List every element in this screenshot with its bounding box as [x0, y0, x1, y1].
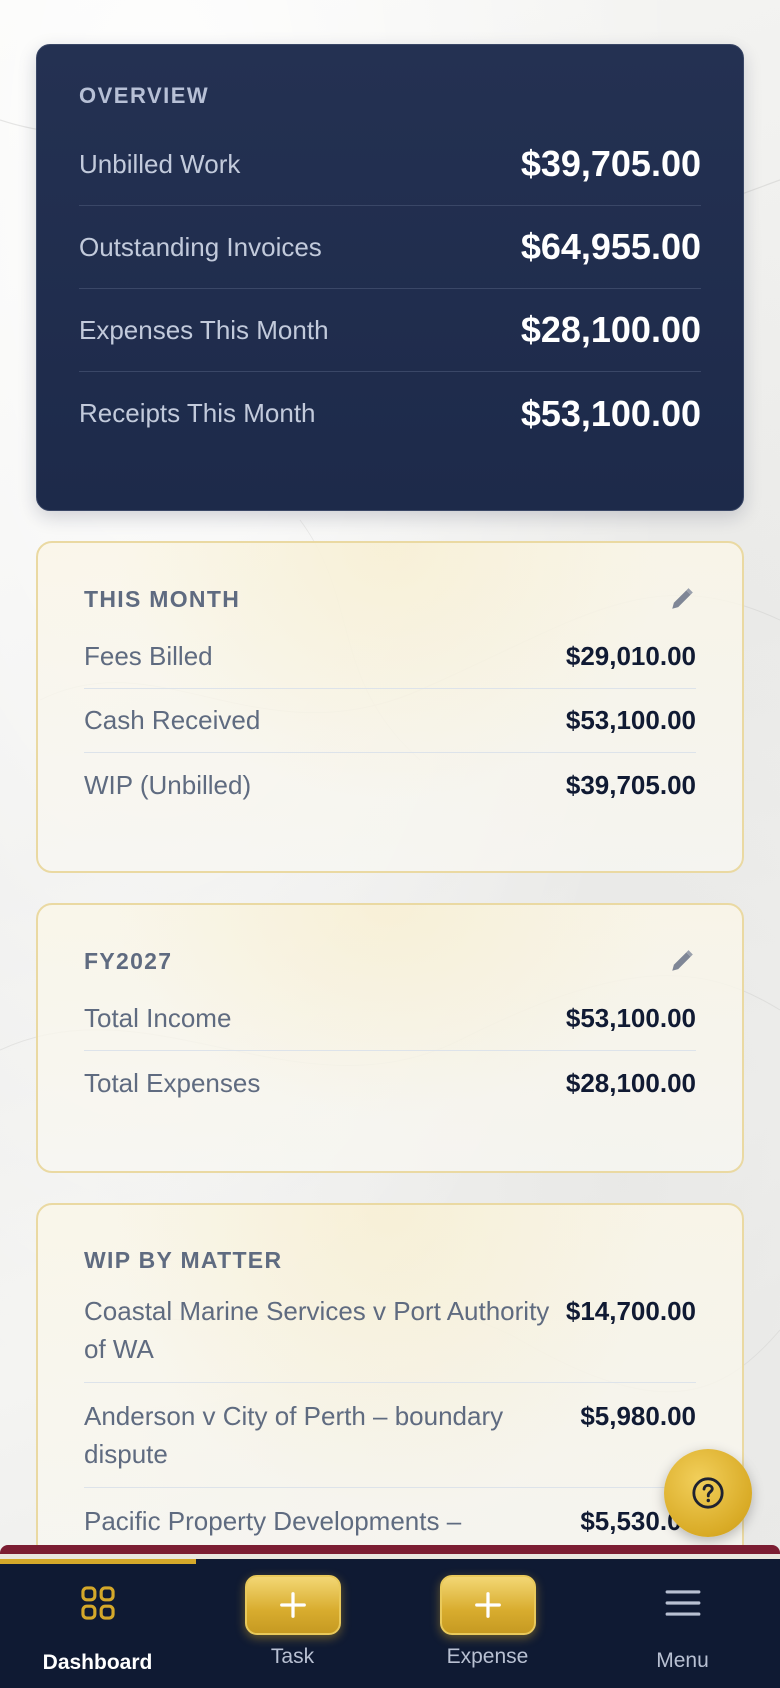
row-label: Total Income: [84, 1003, 232, 1033]
wip-by-matter-card: WIP BY MATTER Coastal Marine Services v …: [36, 1203, 744, 1603]
row-value: $53,100.00: [565, 1003, 696, 1033]
pencil-icon[interactable]: [668, 947, 696, 975]
fy-title: FY2027: [84, 947, 173, 974]
overview-row-receipts: Receipts This Month $53,100.00: [79, 372, 701, 455]
overview-row-outstanding: Outstanding Invoices $64,955.00: [79, 206, 701, 289]
nav-task-label: Task: [270, 1645, 315, 1668]
overview-row-unbilled: Unbilled Work $39,705.00: [79, 123, 701, 206]
nav-accent-line: [0, 1545, 780, 1554]
this-month-row: Fees Billed $29,010.00: [84, 625, 696, 689]
matter-name: Anderson v City of Perth – boundary disp…: [84, 1401, 504, 1469]
nav-dashboard-label: Dashboard: [42, 1651, 153, 1674]
overview-value: $39,705.00: [520, 143, 701, 184]
this-month-row: WIP (Unbilled) $39,705.00: [84, 753, 696, 817]
row-value: $28,100.00: [565, 1067, 696, 1098]
overview-label: Outstanding Invoices: [79, 231, 322, 262]
overview-value: $28,100.00: [520, 309, 701, 350]
fy-row: Total Expenses $28,100.00: [84, 1051, 696, 1115]
this-month-row: Cash Received $53,100.00: [84, 689, 696, 753]
pencil-icon[interactable]: [668, 585, 696, 613]
row-label: WIP (Unbilled): [84, 769, 252, 800]
nav-add-task[interactable]: Task: [195, 1559, 390, 1688]
help-button[interactable]: [664, 1449, 752, 1537]
nav-add-expense[interactable]: Expense: [390, 1559, 585, 1688]
nav-menu[interactable]: Menu: [585, 1559, 780, 1688]
row-value: $39,705.00: [565, 769, 696, 800]
plus-icon: [279, 1592, 306, 1618]
nav-expense-label: Expense: [446, 1645, 529, 1668]
bottom-nav: Dashboard Task Expense Menu: [0, 1559, 780, 1688]
add-task-button[interactable]: [244, 1575, 341, 1635]
overview-label: Expenses This Month: [79, 314, 329, 345]
this-month-title: THIS MONTH: [84, 585, 241, 612]
dashboard-grid-icon: [79, 1577, 117, 1629]
row-label: Cash Received: [84, 705, 261, 735]
overview-title: OVERVIEW: [79, 83, 210, 108]
row-value: $53,100.00: [565, 705, 696, 735]
matter-value: $5,980.00: [580, 1401, 696, 1431]
matter-value: $14,700.00: [565, 1296, 696, 1326]
add-expense-button[interactable]: [439, 1575, 536, 1635]
overview-label: Unbilled Work: [79, 148, 241, 179]
wip-matter-row[interactable]: Anderson v City of Perth – boundary disp…: [84, 1383, 696, 1488]
hamburger-menu-icon: [664, 1577, 702, 1629]
overview-card: OVERVIEW Unbilled Work $39,705.00 Outsta…: [36, 44, 744, 511]
this-month-card: THIS MONTH Fees Billed $29,010.00 Cash R…: [36, 541, 744, 873]
row-label: Total Expenses: [84, 1067, 261, 1098]
overview-label: Receipts This Month: [79, 398, 316, 428]
fy-card: FY2027 Total Income $53,100.00 Total Exp…: [36, 903, 744, 1173]
overview-value: $64,955.00: [520, 226, 701, 267]
matter-name: Coastal Marine Services v Port Authority…: [84, 1296, 550, 1364]
matter-name: Pacific Property Developments –: [84, 1506, 462, 1536]
row-value: $29,010.00: [565, 641, 696, 671]
overview-value: $53,100.00: [520, 392, 701, 434]
nav-dashboard[interactable]: Dashboard: [0, 1559, 195, 1688]
overview-row-expenses: Expenses This Month $28,100.00: [79, 289, 701, 372]
wip-matter-row[interactable]: Coastal Marine Services v Port Authority…: [84, 1278, 696, 1383]
plus-icon: [474, 1592, 501, 1618]
wip-title: WIP BY MATTER: [84, 1247, 283, 1273]
nav-menu-label: Menu: [656, 1649, 709, 1672]
row-label: Fees Billed: [84, 641, 213, 671]
fy-row: Total Income $53,100.00: [84, 987, 696, 1051]
question-circle-icon: [692, 1477, 724, 1509]
